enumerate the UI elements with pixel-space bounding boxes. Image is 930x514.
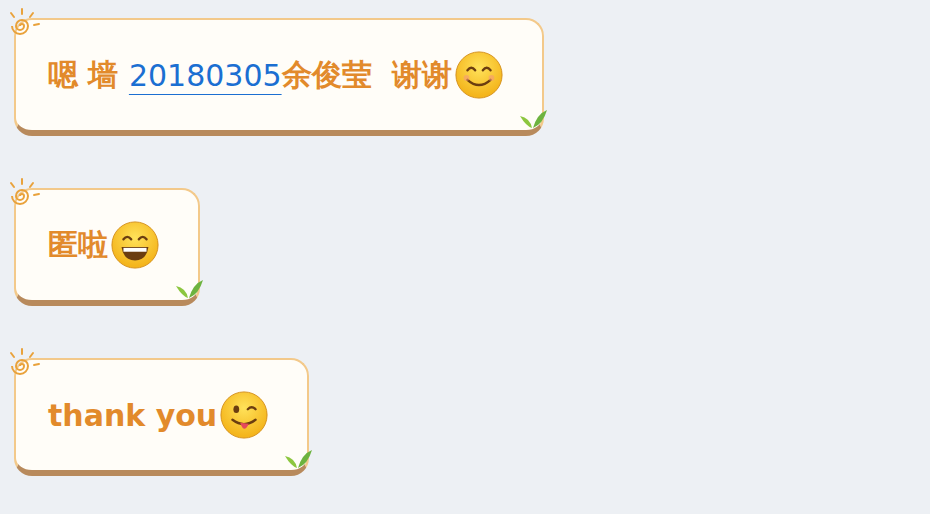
message-segment: 余俊莹 谢谢 (282, 55, 453, 96)
chat-page: 嗯 墙 20180305余俊莹 谢谢匿啦 thank you (0, 0, 930, 514)
message-text: thank you (48, 390, 269, 440)
sun-icon (2, 6, 42, 46)
message-list: 嗯 墙 20180305余俊莹 谢谢匿啦 thank you (14, 18, 930, 476)
message-link[interactable]: 20180305 (129, 58, 282, 93)
message-segment: 匿啦 (48, 225, 108, 266)
message-text: 嗯 墙 20180305余俊莹 谢谢 (48, 50, 504, 100)
message-segment: thank you (48, 398, 217, 433)
sun-icon (2, 176, 42, 216)
message-bubble[interactable]: 匿啦 (14, 188, 200, 306)
message-text: 匿啦 (48, 220, 160, 270)
message-bubble[interactable]: 嗯 墙 20180305余俊莹 谢谢 (14, 18, 544, 136)
wink-face-icon (219, 390, 269, 440)
grin-face-icon (110, 220, 160, 270)
leaf-icon (283, 446, 313, 470)
sun-icon (2, 346, 42, 386)
leaf-icon (174, 276, 204, 300)
message-bubble[interactable]: thank you (14, 358, 309, 476)
smile-face-icon (454, 50, 504, 100)
message-segment: 嗯 墙 (48, 55, 129, 96)
leaf-icon (518, 106, 548, 130)
